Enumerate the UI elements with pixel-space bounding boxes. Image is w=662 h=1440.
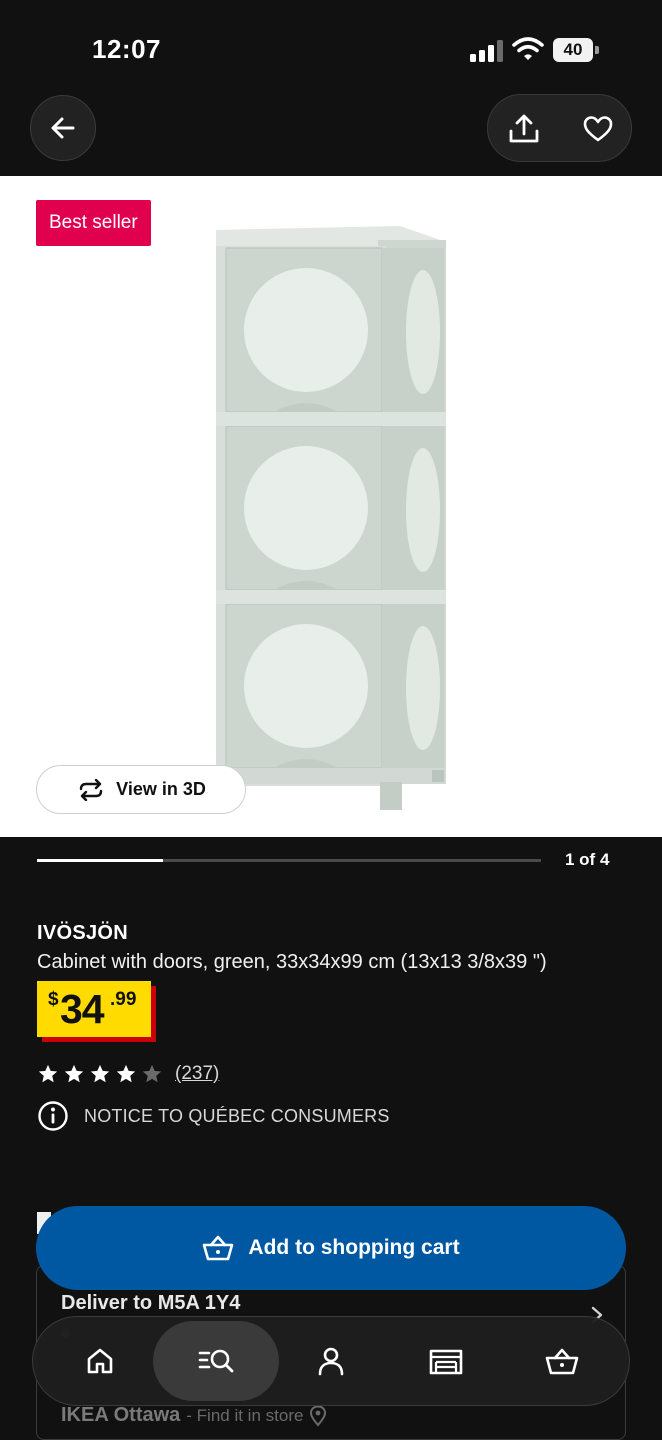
search-icon bbox=[198, 1349, 234, 1373]
rotate-3d-icon bbox=[79, 778, 103, 801]
add-to-cart-button[interactable]: Add to shopping cart bbox=[36, 1206, 626, 1290]
star-empty-icon bbox=[142, 1064, 162, 1083]
tab-home[interactable] bbox=[37, 1321, 163, 1401]
quebec-notice-label: NOTICE TO QUÉBEC CONSUMERS bbox=[84, 1105, 390, 1126]
product-image bbox=[216, 226, 446, 810]
tab-cart[interactable] bbox=[499, 1321, 625, 1401]
review-count-link[interactable]: (237) bbox=[175, 1063, 219, 1085]
battery-icon: 40 bbox=[553, 38, 599, 62]
carousel-progress-fill bbox=[37, 859, 163, 862]
view-in-3d-button[interactable]: View in 3D bbox=[36, 765, 246, 814]
cart-icon bbox=[545, 1348, 579, 1375]
add-to-cart-label: Add to shopping cart bbox=[248, 1236, 460, 1259]
carousel-progress-track bbox=[37, 859, 541, 862]
star-filled-icon bbox=[116, 1064, 136, 1083]
best-seller-badge: Best seller bbox=[36, 200, 151, 246]
wifi-icon bbox=[512, 37, 544, 60]
tab-search[interactable] bbox=[153, 1321, 279, 1401]
store-availability[interactable]: IKEA Ottawa - Find it in store bbox=[61, 1404, 327, 1427]
top-navigation bbox=[0, 90, 662, 176]
arrow-left-icon bbox=[51, 117, 75, 139]
star-filled-icon bbox=[64, 1064, 84, 1083]
store-name: IKEA Ottawa bbox=[61, 1404, 181, 1426]
star-filled-icon bbox=[38, 1064, 58, 1083]
view-in-3d-label: View in 3D bbox=[116, 779, 206, 799]
tab-account[interactable] bbox=[268, 1321, 394, 1401]
product-rating[interactable]: (237) bbox=[37, 1062, 219, 1086]
back-button[interactable] bbox=[30, 95, 96, 161]
delivery-title: Deliver to M5A 1Y4 bbox=[61, 1292, 241, 1314]
carousel-page-count: 1 of 4 bbox=[565, 850, 610, 869]
star-filled-icon bbox=[90, 1064, 110, 1083]
info-icon bbox=[38, 1101, 68, 1131]
location-pin-icon bbox=[310, 1404, 327, 1427]
product-name: IVÖSJÖN bbox=[37, 922, 129, 944]
shopping-basket-icon bbox=[203, 1235, 234, 1261]
quebec-notice[interactable]: NOTICE TO QUÉBEC CONSUMERS bbox=[37, 1100, 390, 1132]
share-button[interactable] bbox=[502, 107, 546, 151]
heart-icon bbox=[583, 116, 613, 142]
bottom-tab-bar bbox=[32, 1316, 630, 1406]
home-icon bbox=[87, 1348, 113, 1374]
store-find-in-store: - Find it in store bbox=[186, 1405, 304, 1425]
battery-level: 40 bbox=[563, 40, 583, 59]
tab-stores[interactable] bbox=[383, 1321, 509, 1401]
price-currency: $ bbox=[48, 989, 59, 1010]
product-description: Cabinet with doors, green, 33x34x99 cm (… bbox=[37, 951, 547, 973]
person-icon bbox=[318, 1347, 344, 1376]
price-cents: .99 bbox=[110, 989, 137, 1010]
product-image-carousel[interactable]: Best seller View in 3D bbox=[0, 176, 662, 837]
carousel-indicator: 1 of 4 bbox=[0, 837, 662, 897]
status-bar: 12:07 40 bbox=[0, 0, 662, 90]
header-actions bbox=[487, 94, 632, 162]
price-tag: $ 34 .99 bbox=[37, 981, 151, 1037]
store-icon bbox=[429, 1349, 463, 1375]
cellular-signal-icon bbox=[470, 40, 503, 62]
price-whole: 34 bbox=[60, 986, 105, 1032]
favorite-button[interactable] bbox=[576, 107, 620, 151]
status-time: 12:07 bbox=[92, 34, 161, 64]
share-icon bbox=[509, 114, 539, 143]
